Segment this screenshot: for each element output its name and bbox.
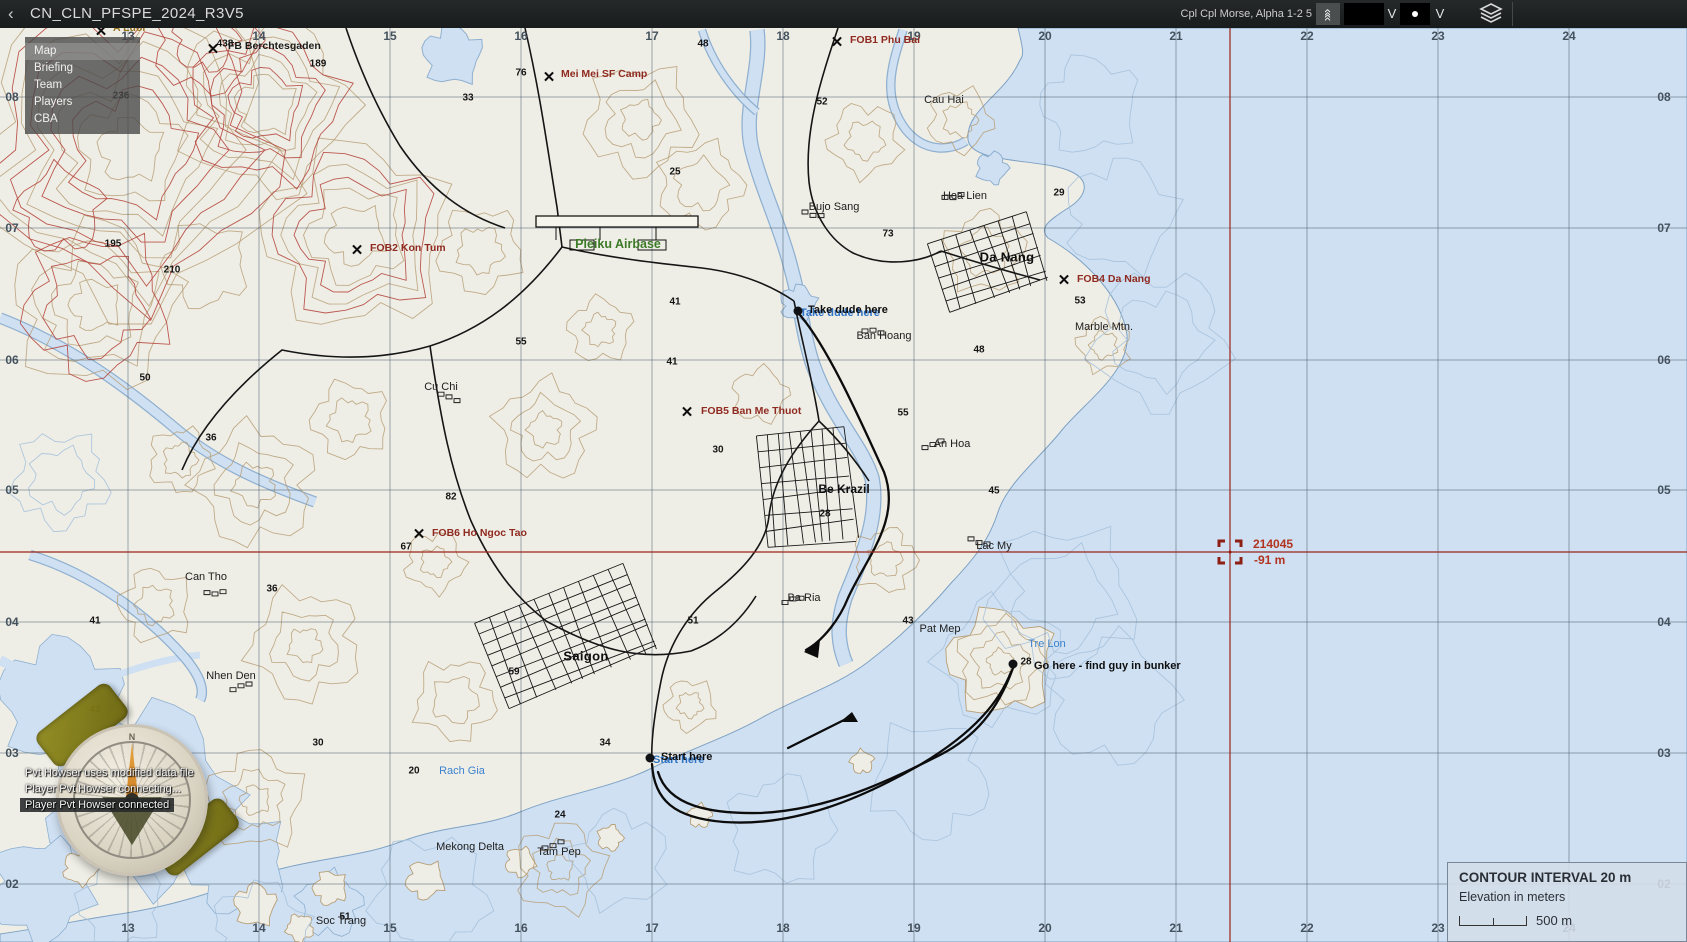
compass-north-label: N [129, 732, 136, 742]
menu-item-players[interactable]: Players [25, 94, 140, 111]
player-name: Cpl Cpl Morse, Alpha 1-2 5 [1181, 0, 1312, 28]
title-bar: ‹ CN_CLN_PFSPE_2024_R3V5 Cpl Cpl Morse, … [0, 0, 1687, 28]
menu-item-map[interactable]: Map [25, 43, 140, 60]
marker-style-swatch[interactable] [1400, 3, 1430, 25]
layers-icon[interactable] [1474, 3, 1508, 25]
scale-bar [1459, 916, 1527, 926]
dropdown-caret-1[interactable]: V [1384, 3, 1400, 25]
dropdown-caret-2[interactable]: V [1432, 3, 1448, 25]
chat-message: Pvt Howser uses modified data file [20, 766, 199, 780]
menu-item-cba[interactable]: CBA [25, 111, 140, 128]
dot-icon [1412, 11, 1418, 17]
legend-box: CONTOUR INTERVAL 20 m Elevation in meter… [1447, 862, 1687, 942]
chevron-double-up-icon: «« [1317, 9, 1339, 19]
menu-item-briefing[interactable]: Briefing [25, 60, 140, 77]
mission-title: CN_CLN_PFSPE_2024_R3V5 [30, 0, 244, 28]
chat-message: Player Pvt Howser connecting... [20, 782, 186, 796]
map-screen: 1313141415151616171718181919202021212222… [0, 0, 1687, 942]
elevation-units-text: Elevation in meters [1459, 890, 1675, 904]
map-menu: MapBriefingTeamPlayersCBA [25, 37, 140, 134]
chat-message: Player Pvt Howser connected [20, 798, 174, 812]
toolbar-divider [1512, 2, 1513, 26]
back-chevron-icon[interactable]: ‹ [8, 0, 14, 28]
scale-label: 500 m [1536, 913, 1572, 928]
contour-interval-text: CONTOUR INTERVAL 20 m [1459, 870, 1675, 885]
chat-log: Pvt Howser uses modified data file Player… [20, 766, 199, 814]
marker-color-swatch[interactable] [1344, 3, 1384, 25]
collapse-toolbar-button[interactable]: «« [1316, 3, 1340, 25]
menu-item-team[interactable]: Team [25, 77, 140, 94]
